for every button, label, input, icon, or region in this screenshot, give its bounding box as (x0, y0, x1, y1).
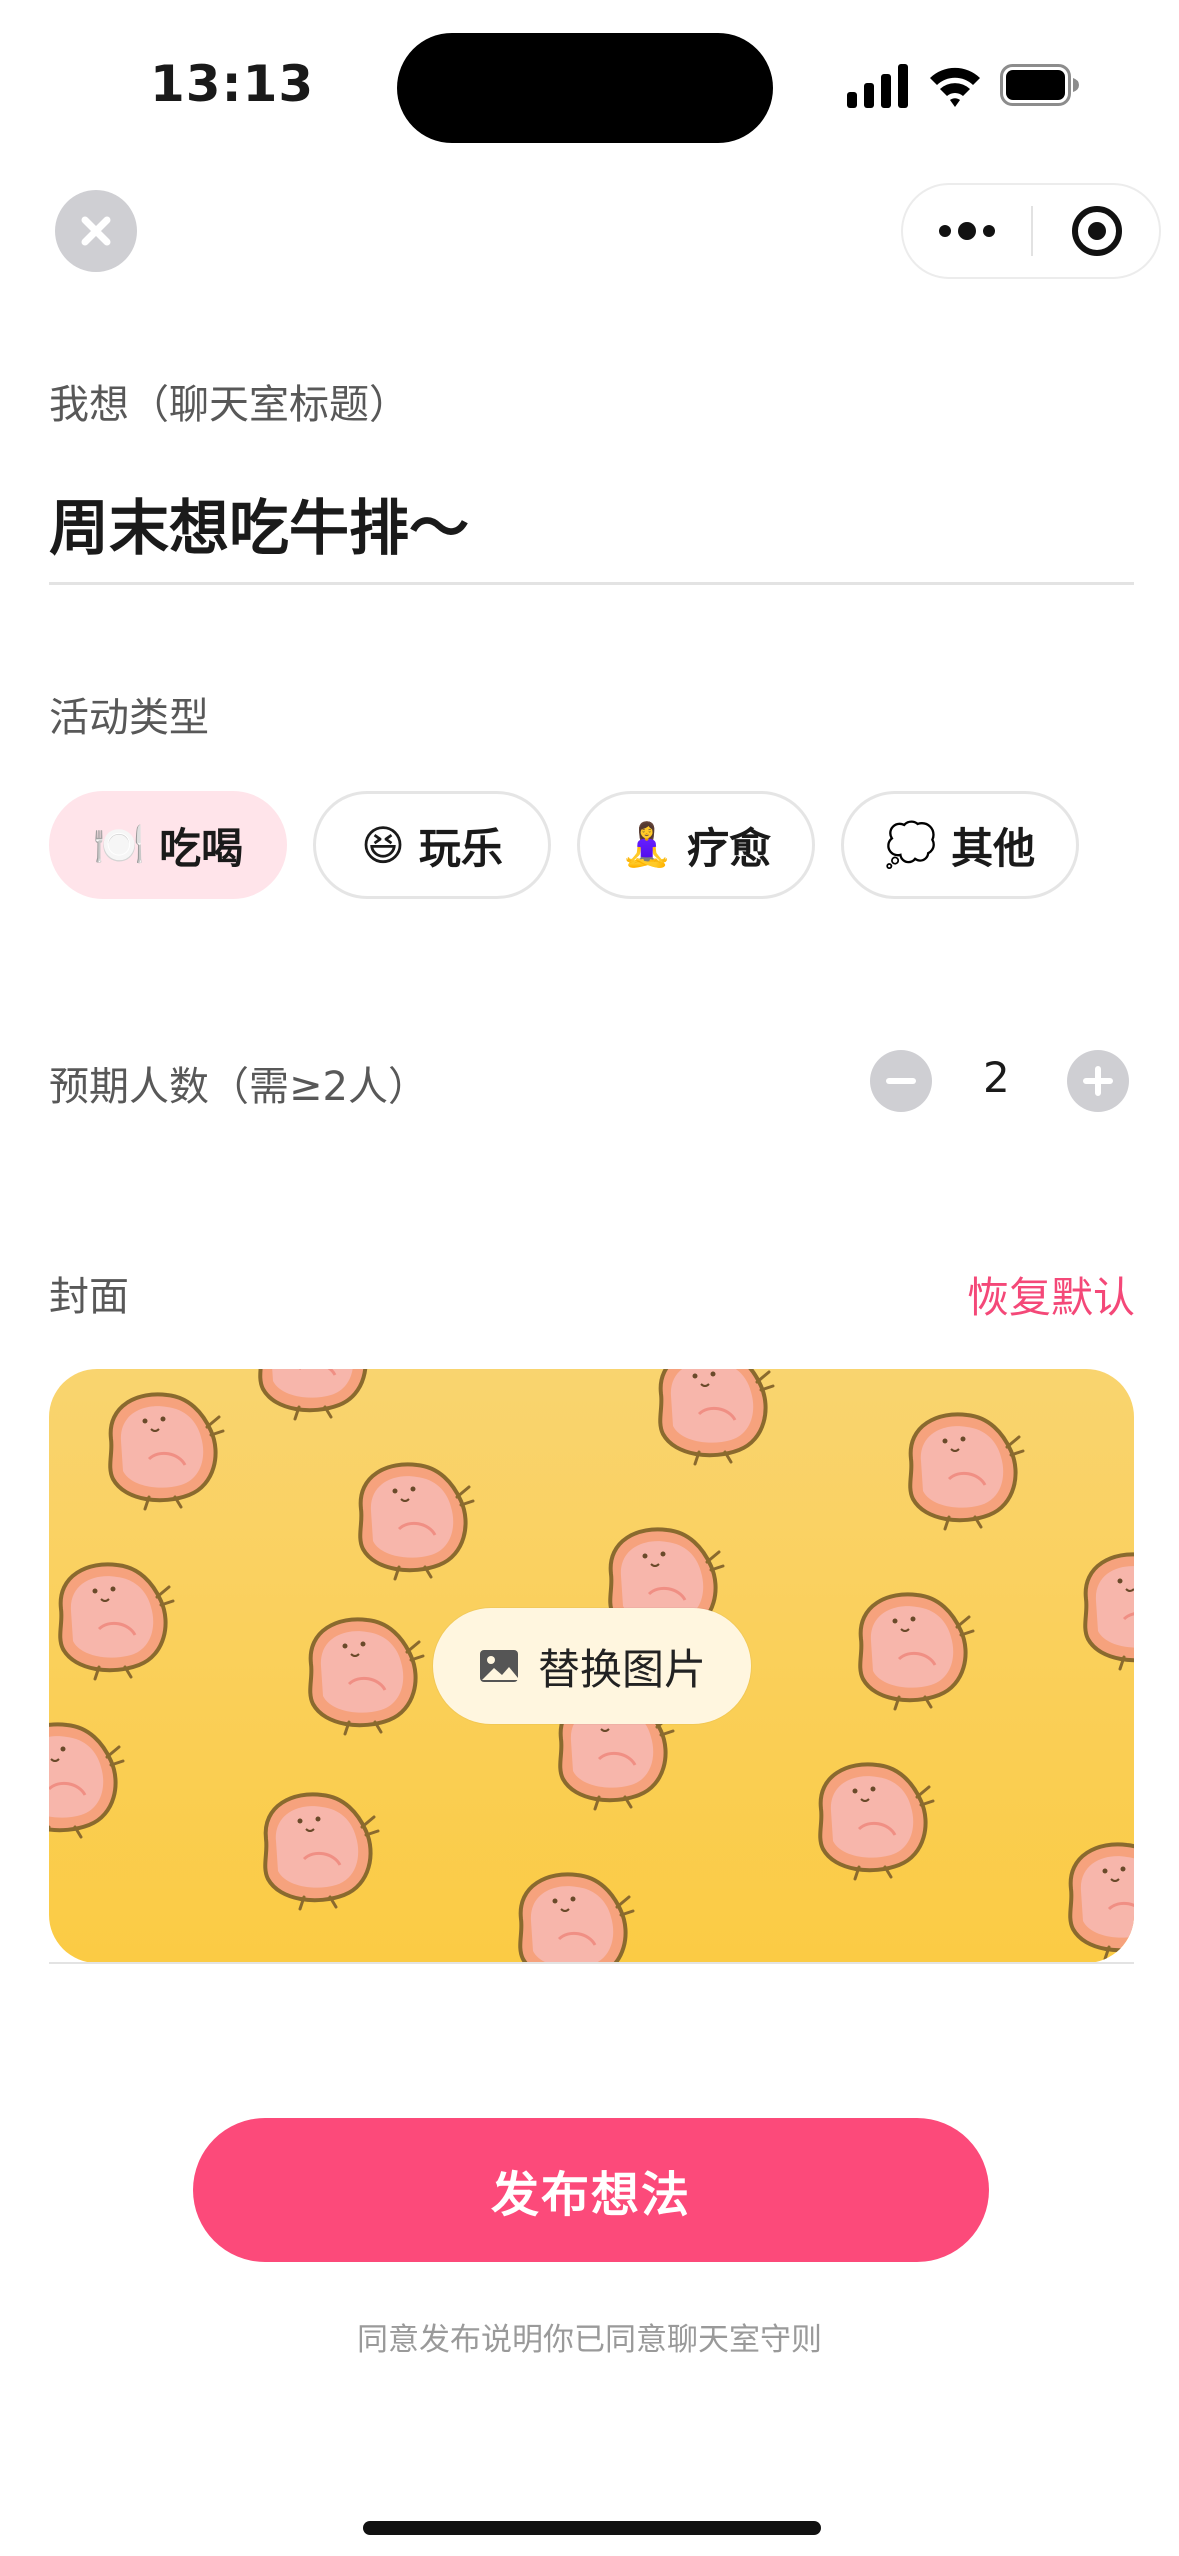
agreement-text: 同意发布说明你已同意聊天室守则 (357, 2322, 822, 2358)
cellular-signal-icon (847, 64, 908, 108)
type-chip-label: 疗愈 (687, 823, 772, 873)
type-chip-label: 其他 (951, 823, 1036, 873)
type-chip-label: 吃喝 (159, 823, 244, 873)
minus-icon (886, 1078, 916, 1084)
more-icon[interactable] (937, 220, 997, 242)
plus-icon (1083, 1066, 1113, 1096)
participant-count-label: 预期人数（需≥2人） (49, 1064, 428, 1110)
status-time: 13:13 (150, 55, 315, 113)
replace-image-button[interactable]: 替换图片 (433, 1608, 751, 1724)
activity-type-label: 活动类型 (49, 695, 209, 741)
battery-icon (1000, 64, 1079, 106)
increment-button[interactable] (1067, 1050, 1129, 1112)
capsule-divider (1031, 206, 1033, 256)
close-button[interactable] (55, 190, 137, 272)
type-chip-other[interactable]: 💭 其他 (841, 791, 1079, 899)
decrement-button[interactable] (870, 1050, 932, 1112)
plate-icon: 🍽️ (92, 820, 146, 869)
type-chip-healing[interactable]: 🧘‍♀️ 疗愈 (577, 791, 815, 899)
title-input[interactable]: 周末想吃牛排～ (49, 480, 469, 567)
dynamic-island (397, 33, 773, 143)
replace-image-label: 替换图片 (537, 1644, 706, 1694)
cover-label: 封面 (49, 1274, 129, 1320)
publish-button[interactable]: 发布想法 (193, 2118, 989, 2262)
thought-bubble-icon: 💭 (884, 820, 938, 869)
title-label: 我想（聊天室标题） (49, 382, 409, 428)
close-icon (81, 216, 111, 246)
cover-underline (49, 1962, 1134, 1964)
reset-default-link[interactable]: 恢复默认 (967, 1264, 1135, 1325)
target-icon[interactable] (1070, 204, 1124, 258)
type-chip-eat-drink[interactable]: 🍽️ 吃喝 (49, 791, 287, 899)
home-indicator (363, 2521, 821, 2535)
wifi-icon (930, 67, 980, 107)
laughing-face-icon: 😆 (361, 820, 405, 870)
meditation-icon: 🧘‍♀️ (620, 820, 674, 869)
image-icon (479, 1650, 518, 1682)
type-chip-label: 玩乐 (418, 823, 503, 873)
participant-count-value: 2 (983, 1053, 1010, 1102)
title-underline (49, 582, 1134, 585)
type-chip-play[interactable]: 😆 玩乐 (313, 791, 551, 899)
